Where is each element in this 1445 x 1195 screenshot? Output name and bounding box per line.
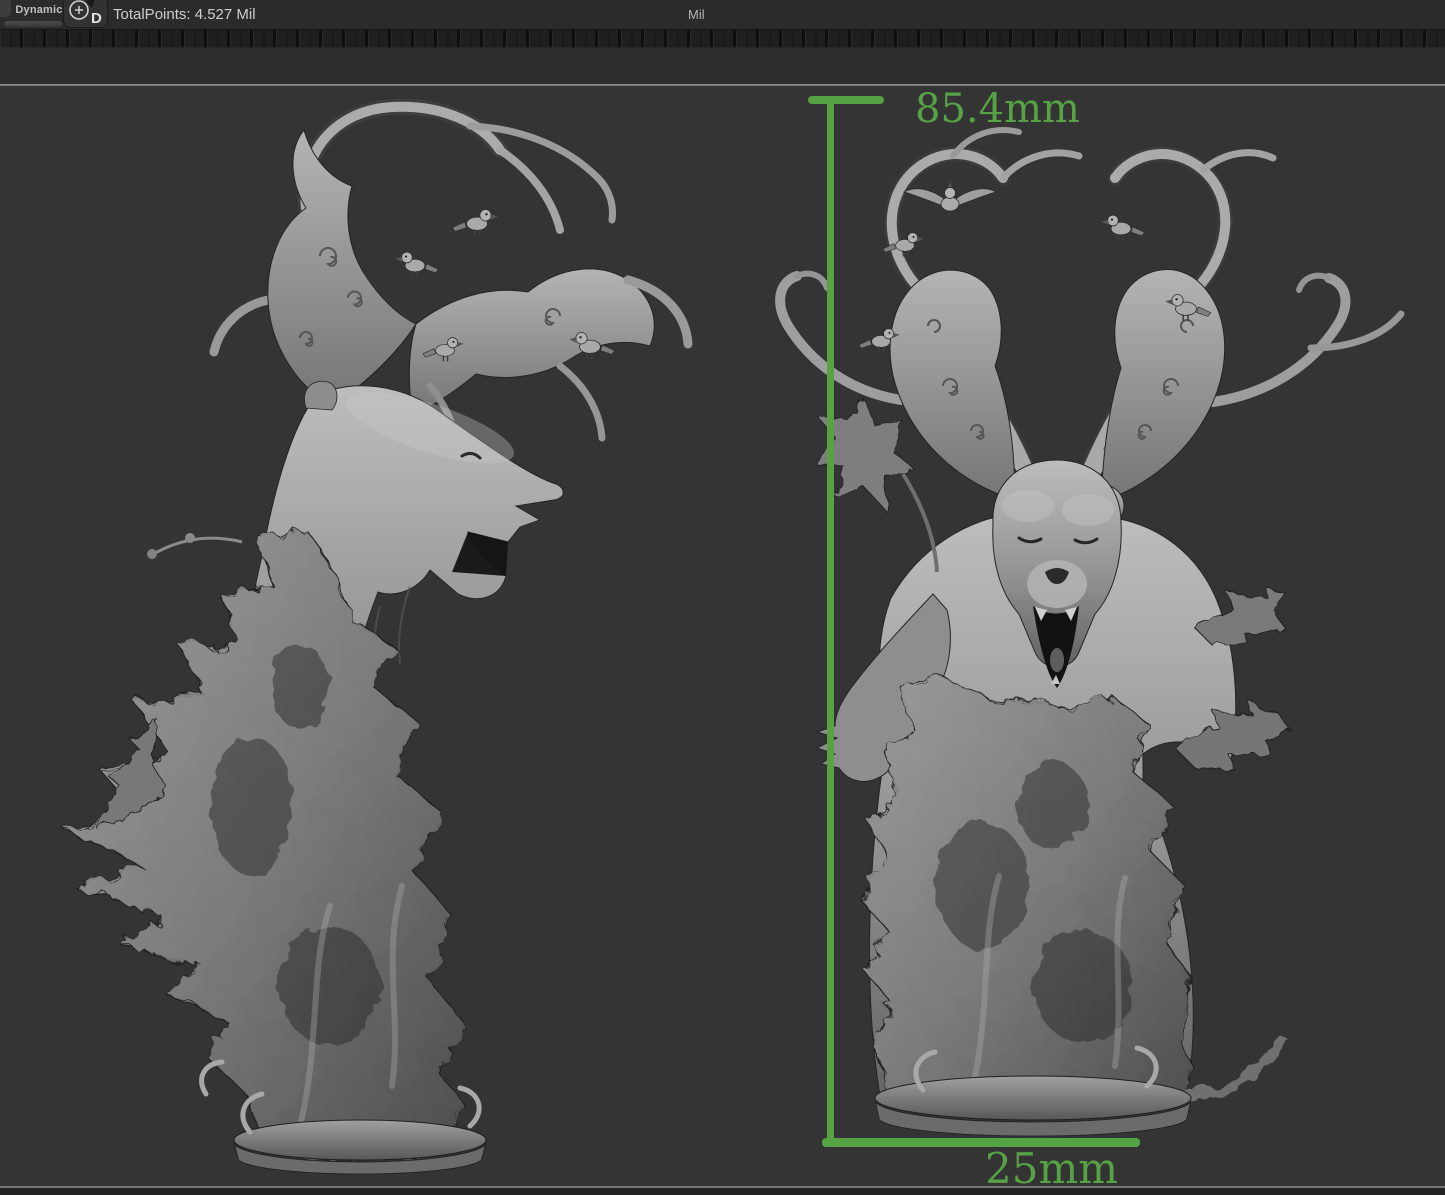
zbrush-window: Dynamic D TotalPoints: 4.527 Mil Mil bbox=[0, 0, 1445, 1195]
height-measurement-label: 85.4mm bbox=[915, 86, 1080, 132]
total-points-readout: TotalPoints: 4.527 Mil bbox=[113, 6, 256, 23]
d-perspective-icon: D bbox=[64, 0, 107, 27]
top-toolbar: Dynamic D TotalPoints: 4.527 Mil Mil bbox=[0, 0, 1445, 29]
toolbar-gap bbox=[0, 48, 1445, 85]
dynamic-perspective-button[interactable]: D bbox=[63, 0, 108, 28]
measure-vertical-line bbox=[827, 98, 834, 1145]
left-antlers bbox=[214, 107, 688, 458]
units-label: Mil bbox=[688, 7, 705, 22]
bottom-edge-strip bbox=[0, 1188, 1445, 1195]
sculpture-left-side-view[interactable] bbox=[0, 86, 723, 1186]
measure-top-cap bbox=[808, 96, 884, 104]
document-canvas[interactable]: 85.4mm 25mm bbox=[0, 86, 1445, 1186]
width-measurement-label: 25mm bbox=[985, 1144, 1118, 1186]
timeline-ruler[interactable] bbox=[0, 29, 1445, 48]
partial-button-edge bbox=[4, 21, 62, 27]
dynamic-button[interactable]: Dynamic bbox=[14, 1, 64, 18]
svg-text:D: D bbox=[91, 10, 102, 27]
partial-button[interactable] bbox=[0, 0, 11, 17]
left-foliage-trunk bbox=[64, 530, 466, 1158]
